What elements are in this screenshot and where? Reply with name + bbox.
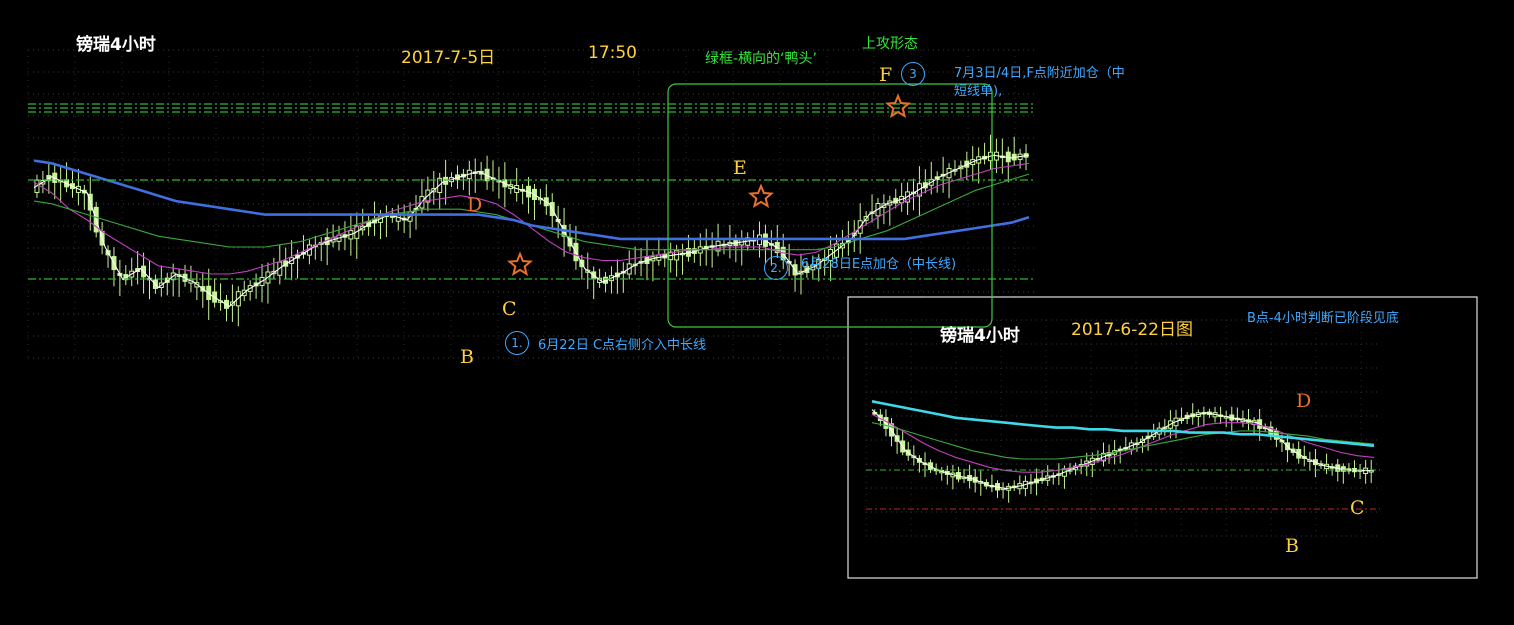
main-ma-line-4 — [33, 159, 1030, 241]
green-box-label: 绿框-横向的‘鸭头’ — [705, 51, 817, 67]
star-c-icon — [506, 251, 534, 277]
inset-note: B点-4小时判断已阶段见底 — [1247, 311, 1399, 326]
main-moving-averages — [33, 154, 1030, 308]
inset-point-d-label: D — [1296, 390, 1312, 412]
point-d-label: D — [467, 194, 483, 216]
point-b-label: B — [460, 346, 474, 368]
annotation-2-text: 6月28日E点加仓（中长线) — [801, 257, 957, 272]
main-ma-line-1 — [33, 154, 1030, 308]
main-date: 2017-7-5日 — [401, 48, 496, 68]
annotation-3-line1: 7月3日/4日,F点附近加仓（中 — [954, 66, 1125, 81]
annotation-2-badge: 2. — [764, 256, 788, 280]
annotation-1-badge: 1. — [505, 331, 529, 355]
annotation-3-badge: 3 — [901, 62, 925, 86]
inset-title: 镑瑞4小时 — [940, 326, 1020, 346]
point-f-label: F — [879, 64, 893, 86]
annotation-3-line2: 短线单), — [954, 84, 1003, 99]
point-e-label: E — [733, 157, 747, 179]
main-time: 17:50 — [588, 43, 637, 63]
star-f-icon — [884, 93, 912, 118]
annotation-1-text: 6月22日 C点右侧介入中长线 — [538, 338, 707, 353]
inset-point-c-label: C — [1350, 497, 1365, 519]
inset-date: 2017-6-22日图 — [1071, 320, 1193, 340]
star-e-icon — [747, 183, 775, 209]
inset-point-b-label: B — [1285, 535, 1299, 557]
point-c-label: C — [502, 298, 517, 320]
attack-pattern-label: 上攻形态 — [862, 36, 918, 52]
main-title: 镑瑞4小时 — [76, 35, 156, 55]
